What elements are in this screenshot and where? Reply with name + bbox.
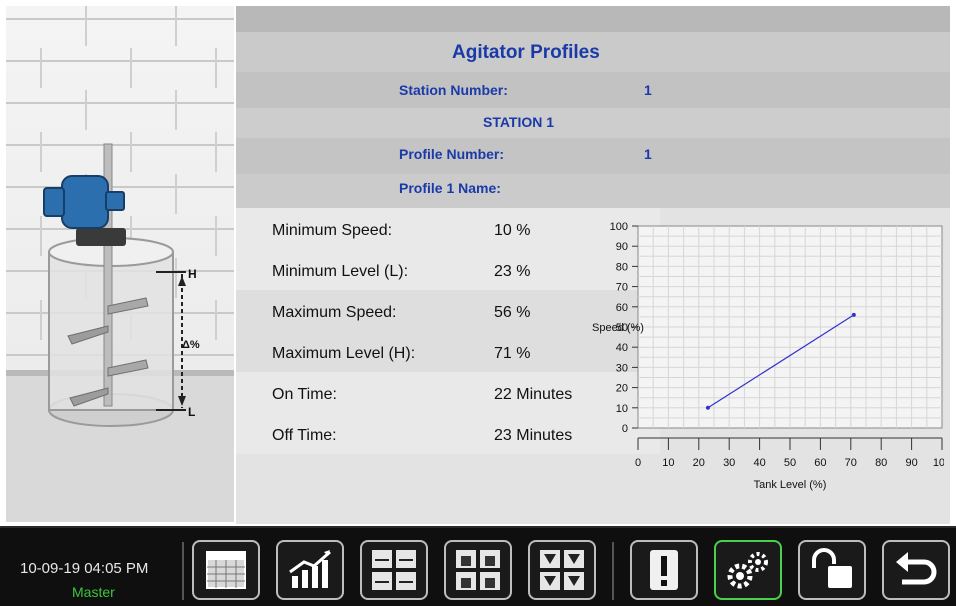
x-tick-label: 50	[784, 457, 796, 469]
y-tick-label: 100	[610, 221, 628, 233]
y-tick-label: 80	[616, 261, 628, 273]
x-axis-label: Tank Level (%)	[754, 479, 827, 491]
agitator-illustration: H L Δ%	[6, 6, 234, 522]
trend-chart-icon	[289, 550, 331, 588]
stations-button[interactable]	[528, 540, 596, 600]
y-tick-label: 0	[622, 423, 628, 435]
back-button[interactable]	[882, 540, 950, 600]
on-time-label: On Time:	[272, 386, 337, 403]
low-level-marker: L	[188, 405, 195, 419]
x-tick-label: 60	[814, 457, 826, 469]
y-tick-label: 70	[616, 282, 628, 294]
minimum-level-label: Minimum Level (L):	[272, 263, 409, 280]
off-time-label: Off Time:	[272, 427, 337, 444]
data-point	[851, 312, 856, 317]
profile-header: Agitator Profiles Station Number: 1 STAT…	[236, 6, 950, 208]
x-tick-label: 10	[662, 457, 674, 469]
x-tick-label: 70	[845, 457, 857, 469]
x-tick-label: 90	[905, 457, 917, 469]
taskbar-divider	[182, 542, 184, 600]
settings-button[interactable]	[714, 540, 782, 600]
maximum-level-value[interactable]: 71 %	[494, 345, 530, 363]
minimum-speed-value[interactable]: 10 %	[494, 222, 530, 240]
y-tick-label: 10	[616, 403, 628, 415]
data-point	[705, 405, 710, 410]
calendar-button[interactable]	[192, 540, 260, 600]
y-tick-label: 60	[616, 302, 628, 314]
taskbar: 10-09-19 04:05 PM Master	[0, 526, 956, 606]
stations-icon	[540, 550, 584, 590]
profile-number-value[interactable]: 1	[644, 146, 652, 162]
y-tick-label: 20	[616, 383, 628, 395]
y-tick-label: 30	[616, 362, 628, 374]
maximum-speed-label: Maximum Speed:	[272, 304, 397, 321]
trend-button[interactable]	[276, 540, 344, 600]
x-tick-label: 100	[933, 457, 944, 469]
minimum-speed-label: Minimum Speed:	[272, 222, 393, 239]
delta-percent-label: Δ%	[182, 339, 200, 351]
station-number-value[interactable]: 1	[644, 82, 652, 98]
off-time-value[interactable]: 23 Minutes	[494, 427, 572, 445]
alarm-log-button[interactable]	[630, 540, 698, 600]
profile-name-label: Profile 1 Name:	[399, 180, 501, 196]
x-tick-label: 30	[723, 457, 735, 469]
grid-values-button[interactable]	[360, 540, 428, 600]
maximum-level-label: Maximum Level (H):	[272, 345, 416, 362]
y-axis-label: Speed (%)	[592, 322, 644, 334]
profile-settings-panel: Minimum Speed: 10 % Minimum Level (L): 2…	[236, 208, 950, 524]
tanks-button[interactable]	[444, 540, 512, 600]
alarm-log-icon	[650, 550, 678, 590]
station-name: STATION 1	[483, 114, 555, 130]
current-user: Master	[72, 584, 115, 600]
x-tick-label: 40	[753, 457, 765, 469]
lock-open-icon	[812, 548, 852, 588]
calendar-icon	[206, 551, 246, 589]
back-arrow-icon	[896, 552, 937, 585]
y-tick-label: 40	[616, 342, 628, 354]
maximum-speed-value[interactable]: 56 %	[494, 304, 530, 322]
x-tick-label: 0	[635, 457, 641, 469]
x-tick-label: 80	[875, 457, 887, 469]
date-time-display: 10-09-19 04:05 PM	[20, 560, 149, 577]
settings-gears-icon	[727, 552, 768, 589]
tanks-icon	[456, 550, 500, 590]
high-level-marker: H	[188, 267, 197, 281]
x-tick-label: 20	[693, 457, 705, 469]
grid-values-icon	[372, 550, 416, 590]
profile-number-label: Profile Number:	[399, 146, 505, 162]
minimum-level-value[interactable]: 23 %	[494, 263, 530, 281]
taskbar-divider	[612, 542, 614, 600]
page-title: Agitator Profiles	[452, 42, 600, 63]
unlock-button[interactable]	[798, 540, 866, 600]
on-time-value[interactable]: 22 Minutes	[494, 386, 572, 404]
y-tick-label: 90	[616, 241, 628, 253]
speed-vs-level-chart: 10090807060504030201000 10 20 30 40 50 60 70 80 9…	[592, 221, 944, 491]
station-number-label: Station Number:	[399, 82, 508, 98]
